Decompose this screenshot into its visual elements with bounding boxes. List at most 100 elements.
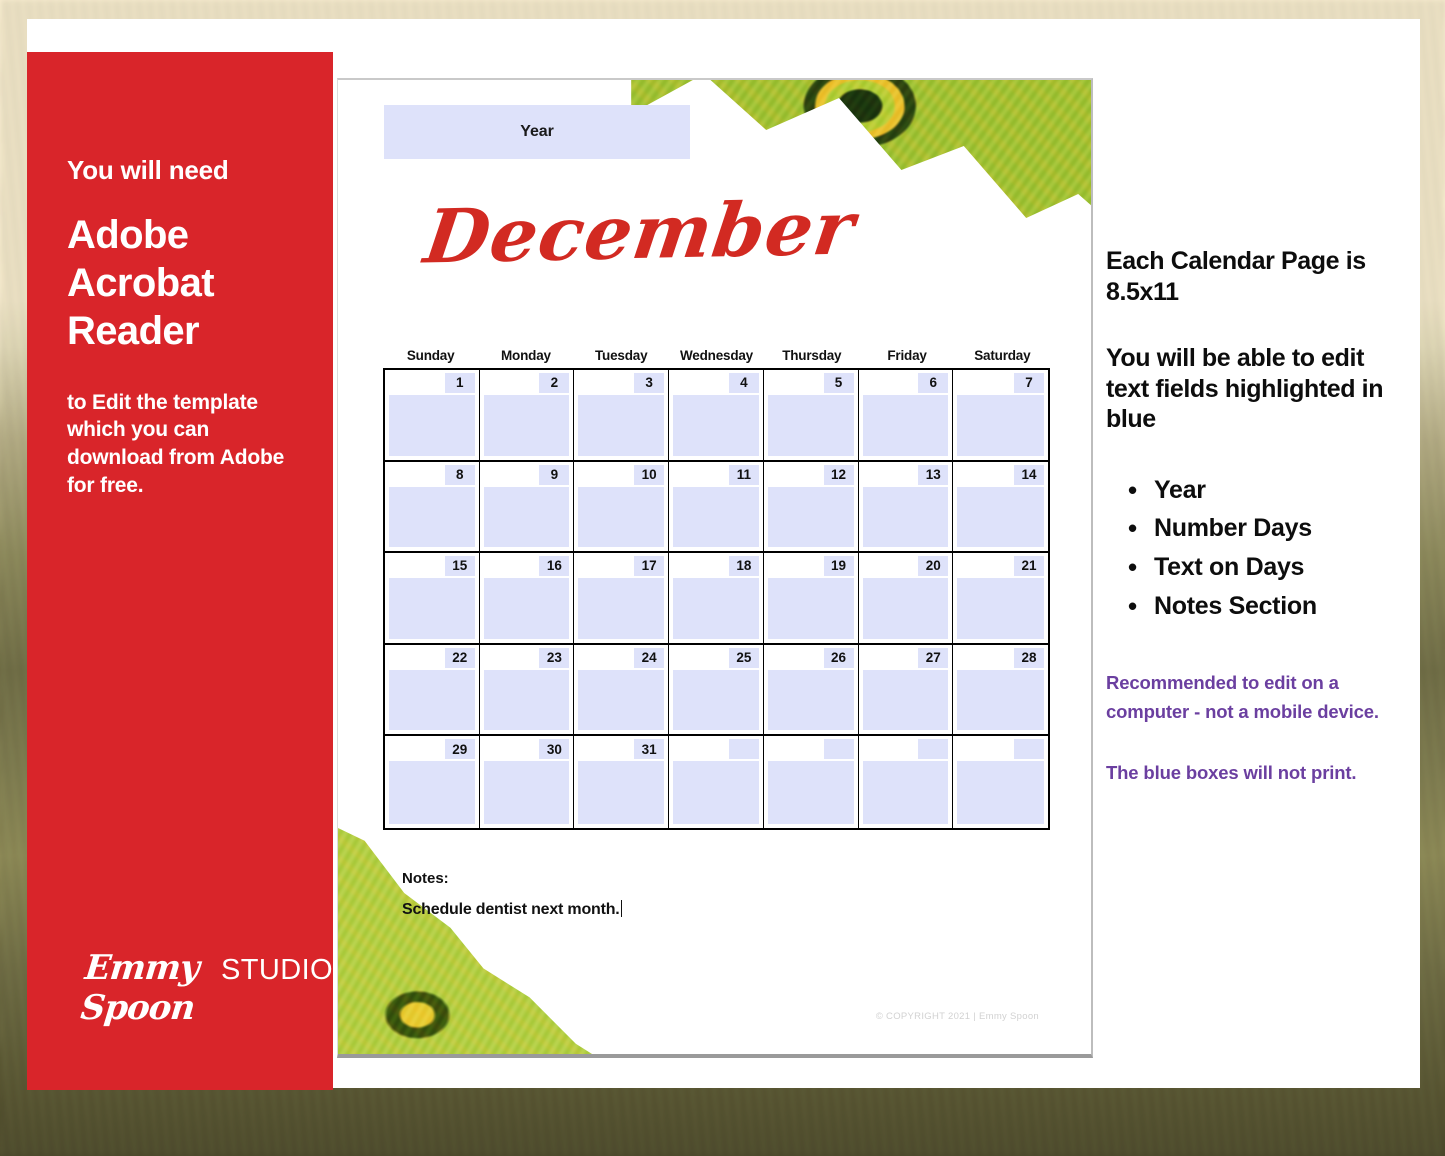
calendar-day-cell-21[interactable]: 21 [953, 553, 1048, 643]
day-text-field[interactable] [767, 395, 854, 456]
day-text-field[interactable] [578, 486, 665, 548]
day-number-field[interactable]: 9 [539, 464, 570, 485]
calendar-day-cell-11[interactable]: 11 [669, 461, 764, 552]
day-text-field[interactable] [389, 669, 475, 731]
day-number-field[interactable]: 2 [539, 373, 570, 393]
day-number-field[interactable]: 18 [728, 556, 759, 577]
calendar-day-cell-13[interactable]: 13 [858, 461, 954, 552]
day-number-field[interactable]: 16 [539, 556, 570, 577]
calendar-day-cell-empty[interactable] [669, 736, 764, 828]
day-number-field[interactable]: 7 [1014, 373, 1044, 393]
day-number-field[interactable]: 25 [728, 647, 759, 668]
calendar-day-cell-20[interactable]: 20 [858, 553, 954, 643]
calendar-document-preview[interactable]: Year December Sunday Monday Tuesday Wednesd… [337, 78, 1093, 1058]
day-number-field[interactable] [823, 739, 854, 760]
day-number-field[interactable]: 17 [634, 556, 665, 577]
day-text-field[interactable] [483, 395, 570, 456]
calendar-day-cell-17[interactable]: 17 [574, 553, 670, 643]
calendar-day-cell-29[interactable]: 29 [385, 736, 480, 828]
day-text-field[interactable] [767, 486, 854, 548]
day-text-field[interactable] [389, 761, 475, 824]
calendar-day-cell-26[interactable]: 26 [763, 644, 859, 735]
day-text-field[interactable] [673, 578, 759, 639]
day-text-field[interactable] [767, 761, 854, 824]
day-number-field[interactable]: 3 [634, 373, 665, 393]
day-text-field[interactable] [957, 669, 1044, 731]
day-text-field[interactable] [578, 761, 665, 824]
day-number-field[interactable] [1014, 739, 1044, 760]
day-number-field[interactable] [728, 739, 759, 760]
day-text-field[interactable] [673, 761, 759, 824]
calendar-day-cell-23[interactable]: 23 [479, 644, 575, 735]
day-number-field[interactable]: 12 [823, 464, 854, 485]
calendar-day-cell-4[interactable]: 4 [669, 370, 764, 460]
calendar-day-cell-5[interactable]: 5 [763, 370, 859, 460]
calendar-day-cell-30[interactable]: 30 [479, 736, 575, 828]
day-text-field[interactable] [862, 761, 949, 824]
day-number-field[interactable]: 31 [634, 739, 665, 760]
day-text-field[interactable] [483, 669, 570, 731]
day-text-field[interactable] [483, 761, 570, 824]
day-text-field[interactable] [957, 761, 1044, 824]
calendar-day-cell-empty[interactable] [858, 736, 954, 828]
calendar-day-cell-12[interactable]: 12 [763, 461, 859, 552]
day-number-field[interactable]: 14 [1014, 464, 1044, 485]
day-number-field[interactable]: 24 [634, 647, 665, 668]
calendar-day-cell-empty[interactable] [763, 736, 859, 828]
calendar-day-cell-18[interactable]: 18 [669, 553, 764, 643]
calendar-day-cell-27[interactable]: 27 [858, 644, 954, 735]
day-text-field[interactable] [673, 395, 759, 456]
calendar-day-cell-15[interactable]: 15 [385, 553, 480, 643]
calendar-day-cell-2[interactable]: 2 [479, 370, 575, 460]
day-text-field[interactable] [578, 395, 665, 456]
day-number-field[interactable]: 15 [444, 556, 475, 577]
calendar-day-cell-28[interactable]: 28 [953, 644, 1048, 735]
day-number-field[interactable]: 30 [539, 739, 570, 760]
day-text-field[interactable] [483, 486, 570, 548]
calendar-day-cell-19[interactable]: 19 [763, 553, 859, 643]
day-number-field[interactable]: 6 [918, 373, 949, 393]
day-number-field[interactable] [918, 739, 949, 760]
day-text-field[interactable] [389, 486, 475, 548]
calendar-day-cell-22[interactable]: 22 [385, 644, 480, 735]
day-number-field[interactable]: 27 [918, 647, 949, 668]
day-number-field[interactable]: 19 [823, 556, 854, 577]
day-number-field[interactable]: 10 [634, 464, 665, 485]
day-number-field[interactable]: 8 [444, 464, 475, 485]
day-number-field[interactable]: 22 [444, 647, 475, 668]
year-input-field[interactable]: Year [384, 105, 690, 159]
calendar-day-cell-8[interactable]: 8 [385, 461, 480, 552]
calendar-day-cell-14[interactable]: 14 [953, 461, 1048, 552]
calendar-day-cell-3[interactable]: 3 [574, 370, 670, 460]
day-number-field[interactable]: 23 [539, 647, 570, 668]
day-text-field[interactable] [862, 578, 949, 639]
day-number-field[interactable]: 21 [1014, 556, 1044, 577]
day-text-field[interactable] [389, 578, 475, 639]
notes-input-field[interactable]: Schedule dentist next month. [402, 900, 623, 919]
day-text-field[interactable] [767, 578, 854, 639]
calendar-day-cell-24[interactable]: 24 [574, 644, 670, 735]
day-text-field[interactable] [767, 669, 854, 731]
day-number-field[interactable]: 4 [728, 373, 759, 393]
day-text-field[interactable] [483, 578, 570, 639]
day-text-field[interactable] [389, 395, 475, 456]
day-number-field[interactable]: 28 [1014, 647, 1044, 668]
day-number-field[interactable]: 1 [444, 373, 475, 393]
calendar-day-cell-6[interactable]: 6 [858, 370, 954, 460]
day-number-field[interactable]: 5 [823, 373, 854, 393]
day-text-field[interactable] [862, 395, 949, 456]
day-text-field[interactable] [673, 669, 759, 731]
day-text-field[interactable] [578, 669, 665, 731]
calendar-day-cell-31[interactable]: 31 [574, 736, 670, 828]
day-text-field[interactable] [957, 395, 1044, 456]
day-text-field[interactable] [578, 578, 665, 639]
day-number-field[interactable]: 11 [728, 464, 759, 485]
day-number-field[interactable]: 13 [918, 464, 949, 485]
day-text-field[interactable] [957, 486, 1044, 548]
day-text-field[interactable] [957, 578, 1044, 639]
day-number-field[interactable]: 26 [823, 647, 854, 668]
day-text-field[interactable] [862, 486, 949, 548]
day-text-field[interactable] [673, 486, 759, 548]
calendar-day-cell-7[interactable]: 7 [953, 370, 1048, 460]
calendar-day-cell-10[interactable]: 10 [574, 461, 670, 552]
